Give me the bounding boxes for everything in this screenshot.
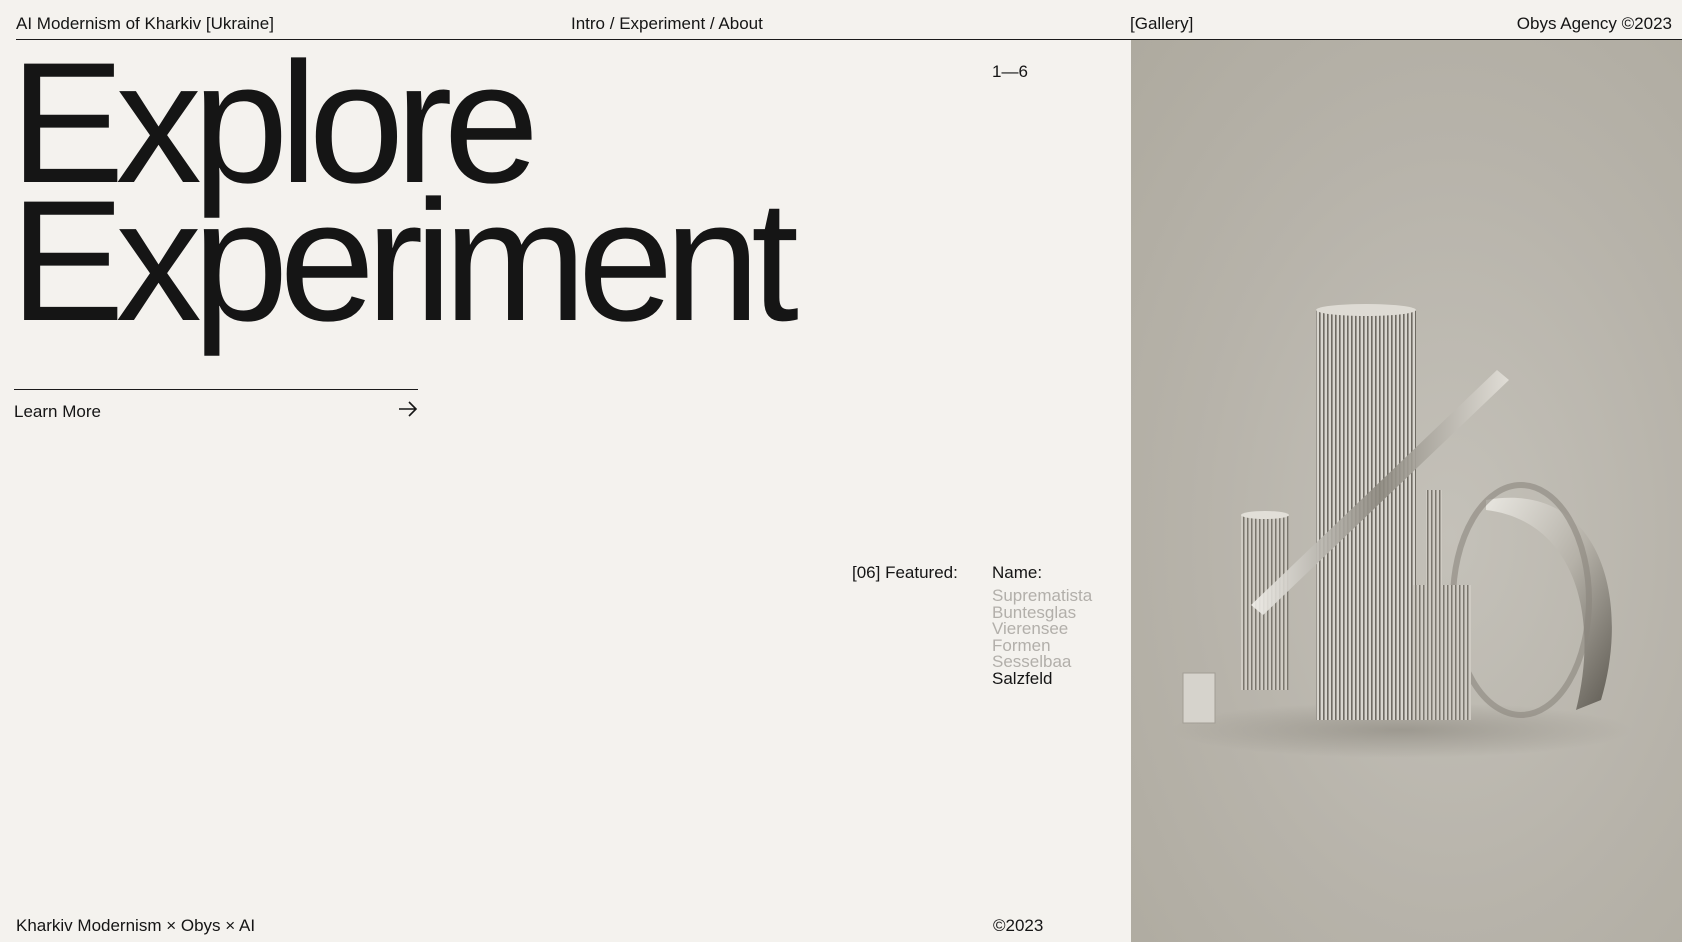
learn-more-button[interactable]: Learn More: [14, 389, 418, 427]
arrow-right-icon: [399, 401, 418, 417]
slide-counter: 1—6: [992, 62, 1028, 81]
gallery-link[interactable]: [Gallery]: [1130, 14, 1193, 34]
nav-intro[interactable]: Intro: [571, 14, 605, 33]
learn-more-label: Learn More: [14, 402, 101, 421]
nav-experiment[interactable]: Experiment: [619, 14, 705, 33]
names-list: Suprematista Buntesglas Vierensee Formen…: [992, 587, 1092, 688]
nav-separator: /: [605, 14, 620, 33]
nav-about[interactable]: About: [718, 14, 762, 33]
name-item-salzfeld[interactable]: Salzfeld: [992, 670, 1092, 688]
gallery-image[interactable]: [1131, 40, 1682, 942]
featured-label: [06] Featured:: [852, 563, 958, 582]
agency-credit[interactable]: Obys Agency ©2023: [1517, 14, 1672, 34]
main-nav: Intro / Experiment / About: [571, 14, 763, 34]
sculpture-illustration: [1171, 304, 1631, 758]
hero-line-2: Experiment: [10, 165, 799, 357]
footer-copyright: ©2023: [993, 916, 1044, 935]
hero-heading: Explore Experiment: [10, 37, 799, 357]
nav-separator: /: [705, 14, 719, 33]
featured-names: Name: Suprematista Buntesglas Vierensee …: [992, 563, 1092, 687]
footer-credits: Kharkiv Modernism × Obys × AI: [16, 916, 256, 935]
names-title: Name:: [992, 563, 1043, 582]
